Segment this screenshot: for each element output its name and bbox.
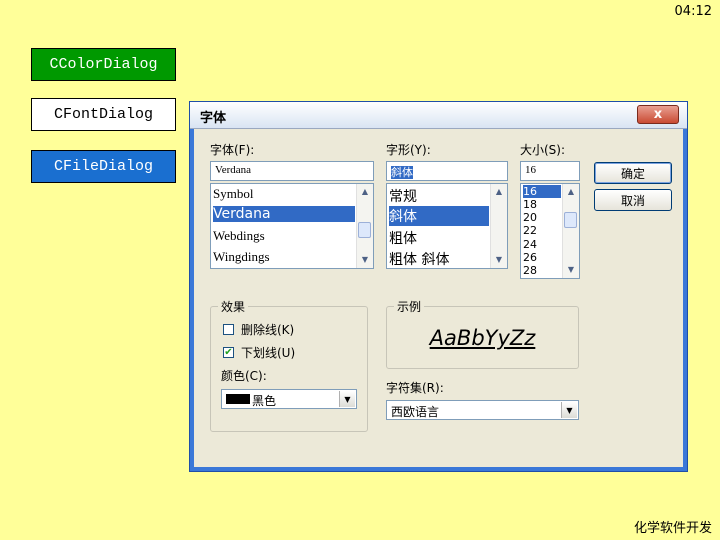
list-item-selected[interactable]: 16 [523, 185, 561, 198]
effects-title: 效果 [218, 298, 249, 315]
cfontdialog-button[interactable]: CFontDialog [31, 98, 176, 131]
list-item[interactable]: 粗体 斜体 [389, 249, 449, 268]
font-dialog: 字体 x 字体(F): Verdana Symbol Verdana Webdi… [189, 101, 688, 472]
color-select[interactable]: 黑色 ▼ [221, 389, 357, 409]
list-item-selected[interactable]: 斜体 [389, 206, 489, 226]
dialog-titlebar[interactable]: 字体 x [190, 102, 687, 129]
scroll-down-icon[interactable]: ▼ [357, 252, 373, 268]
list-item[interactable]: Webdings [213, 228, 265, 244]
dropdown-arrow-icon[interactable]: ▼ [339, 391, 355, 407]
footer-text: 化学软件开发 [633, 521, 712, 536]
style-input[interactable]: 斜体 [386, 161, 508, 181]
style-input-text: 斜体 [391, 166, 413, 179]
cancel-button[interactable]: 取消 [594, 189, 672, 211]
size-input[interactable]: 16 [520, 161, 580, 181]
script-value: 西欧语言 [391, 405, 440, 419]
list-item[interactable]: 26 [523, 251, 537, 264]
effects-group: 效果 删除线(K) ✔ 下划线(U) 颜色(C): 黑色 ▼ [210, 298, 368, 432]
script-label: 字符集(R): [386, 381, 444, 395]
color-value: 黑色 [252, 394, 277, 408]
scroll-up-icon[interactable]: ▲ [491, 184, 507, 200]
list-item[interactable]: 20 [523, 211, 537, 224]
list-item[interactable]: 22 [523, 224, 537, 237]
scroll-up-icon[interactable]: ▲ [357, 184, 373, 200]
list-item[interactable]: 18 [523, 198, 537, 211]
list-item-selected[interactable]: Verdana [213, 206, 355, 222]
scroll-up-icon[interactable]: ▲ [563, 184, 579, 200]
underline-checkbox[interactable]: ✔ [223, 347, 234, 358]
list-item[interactable]: 常规 [389, 186, 417, 206]
sample-title: 示例 [394, 298, 425, 315]
list-item[interactable]: 粗体 [389, 228, 417, 248]
sample-text: AaBbYyZz [429, 325, 536, 350]
style-list-scrollbar[interactable]: ▲ ▼ [490, 184, 507, 268]
scroll-down-icon[interactable]: ▼ [491, 252, 507, 268]
list-item[interactable]: Symbol [213, 186, 253, 202]
color-swatch [226, 394, 250, 404]
underline-label: 下划线(U) [241, 346, 296, 360]
close-button[interactable]: x [637, 105, 679, 124]
sample-group: 示例 AaBbYyZz [386, 298, 579, 369]
scroll-thumb[interactable] [358, 222, 371, 238]
list-item[interactable]: 28 [523, 264, 537, 277]
script-select[interactable]: 西欧语言 ▼ [386, 400, 579, 420]
font-label: 字体(F): [210, 143, 255, 157]
ok-button[interactable]: 确定 [594, 162, 672, 184]
close-icon: x [653, 107, 663, 122]
scroll-down-icon[interactable]: ▼ [563, 262, 579, 278]
strikeout-checkbox[interactable] [223, 324, 234, 335]
dialog-title: 字体 [200, 111, 227, 126]
cfiledialog-button[interactable]: CFileDialog [31, 150, 176, 183]
dialog-client: 字体(F): Verdana Symbol Verdana Webdings W… [194, 129, 683, 467]
dropdown-arrow-icon[interactable]: ▼ [561, 402, 577, 418]
font-list-scrollbar[interactable]: ▲ ▼ [356, 184, 373, 268]
size-label: 大小(S): [520, 143, 566, 157]
list-item[interactable]: Wingdings [213, 249, 270, 265]
size-list[interactable]: 16 18 20 22 24 26 28 ▲ ▼ [520, 183, 580, 279]
strikeout-label: 删除线(K) [241, 323, 295, 337]
style-list[interactable]: 常规 斜体 粗体 粗体 斜体 ▲ ▼ [386, 183, 508, 269]
color-label: 颜色(C): [221, 369, 267, 383]
checkmark-icon: ✔ [224, 347, 233, 358]
font-list[interactable]: Symbol Verdana Webdings Wingdings ▲ ▼ [210, 183, 374, 269]
clock: 04:12 [674, 4, 712, 19]
list-item[interactable]: 24 [523, 238, 537, 251]
scroll-thumb[interactable] [564, 212, 577, 228]
style-label: 字形(Y): [386, 143, 431, 157]
size-list-scrollbar[interactable]: ▲ ▼ [562, 184, 579, 278]
font-input[interactable]: Verdana [210, 161, 374, 181]
ccolordialog-button[interactable]: CColorDialog [31, 48, 176, 81]
